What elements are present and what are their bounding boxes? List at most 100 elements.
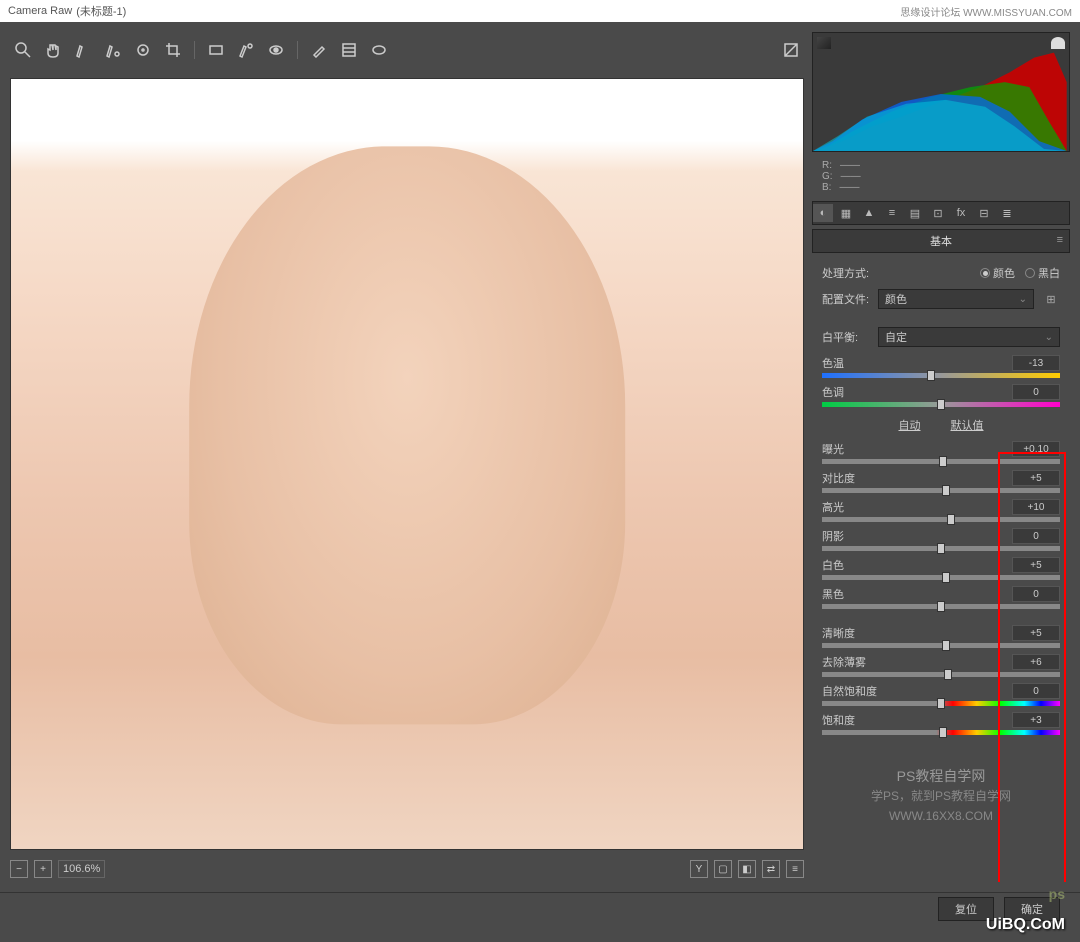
wb-row: 白平衡: 自定 (822, 327, 1060, 347)
saturation-slider-row: 饱和度 +3 (822, 712, 1060, 735)
spot-removal-icon[interactable] (237, 41, 255, 59)
profile-row: 配置文件: 颜色 ⊞ (822, 289, 1060, 309)
b-label: B: (822, 182, 831, 193)
transform-tool-icon[interactable] (207, 41, 225, 59)
tint-slider[interactable] (822, 402, 1060, 407)
histogram-graph (813, 33, 1067, 151)
zoom-out-button[interactable]: − (10, 860, 28, 878)
radial-filter-icon[interactable] (370, 41, 388, 59)
tab-presets[interactable]: ≣ (997, 204, 1017, 222)
toolbar (10, 32, 804, 68)
auto-link[interactable]: 自动 (899, 417, 921, 433)
tab-calibration[interactable]: ⊟ (974, 204, 994, 222)
blacks-value[interactable]: 0 (1012, 586, 1060, 602)
highlights-value[interactable]: +10 (1012, 499, 1060, 515)
auto-default-row: 自动 默认值 (822, 417, 1060, 433)
treatment-row: 处理方式: 颜色 黑白 (822, 265, 1060, 281)
radio-bw[interactable]: 黑白 (1025, 265, 1060, 281)
bottom-controls: − + 106.6% Y ▢ ◧ ⇄ ≡ (10, 856, 804, 882)
color-sampler-icon[interactable] (104, 41, 122, 59)
profile-browse-icon[interactable]: ⊞ (1042, 290, 1060, 308)
whites-label: 白色 (822, 557, 844, 573)
corner-watermark: ps (1049, 886, 1065, 902)
tab-hsl[interactable]: ≡ (882, 204, 902, 222)
preview-toggle-icon[interactable] (782, 41, 800, 59)
tint-label: 色调 (822, 384, 844, 400)
tint-slider-row: 色调 0 (822, 384, 1060, 407)
contrast-slider[interactable] (822, 488, 1060, 493)
crop-tool-icon[interactable] (164, 41, 182, 59)
saturation-value[interactable]: +3 (1012, 712, 1060, 728)
toolbar-divider (194, 41, 195, 59)
image-content (11, 79, 803, 849)
wm-line2: 学PS，就到PS教程自学网 (822, 787, 1060, 806)
exposure-value[interactable]: +0.10 (1012, 441, 1060, 457)
vibrance-label: 自然饱和度 (822, 683, 877, 699)
panel-menu-icon[interactable]: ≡ (1057, 234, 1063, 246)
treatment-radios: 颜色 黑白 (980, 265, 1060, 281)
redeye-tool-icon[interactable] (267, 41, 285, 59)
tab-curve[interactable]: ▦ (836, 204, 856, 222)
tab-fx[interactable]: fx (951, 204, 971, 222)
wm-line3: WWW.16XX8.COM (822, 807, 1060, 826)
whites-value[interactable]: +5 (1012, 557, 1060, 573)
b-value: —— (839, 182, 859, 193)
preview-split-button[interactable]: ◧ (738, 860, 756, 878)
tab-basic[interactable]: ◐ (813, 204, 833, 222)
white-balance-tool-icon[interactable] (74, 41, 92, 59)
tint-value[interactable]: 0 (1012, 384, 1060, 400)
radio-color[interactable]: 颜色 (980, 265, 1015, 281)
vibrance-slider[interactable] (822, 701, 1060, 706)
temp-slider[interactable] (822, 373, 1060, 378)
contrast-slider-row: 对比度 +5 (822, 470, 1060, 493)
panel-title: 基本 (930, 236, 952, 248)
exposure-slider[interactable] (822, 459, 1060, 464)
highlights-slider[interactable] (822, 517, 1060, 522)
vibrance-value[interactable]: 0 (1012, 683, 1060, 699)
shadows-slider-row: 阴影0 (822, 528, 1060, 551)
image-preview[interactable] (10, 78, 804, 850)
title-bar: Camera Raw (未标题-1) 思缘设计论坛 WWW.MISSYUAN.C… (0, 0, 1080, 22)
dehaze-slider-row: 去除薄雾 +6 (822, 654, 1060, 677)
contrast-label: 对比度 (822, 470, 855, 486)
dehaze-label: 去除薄雾 (822, 654, 866, 670)
whites-slider[interactable] (822, 575, 1060, 580)
saturation-slider[interactable] (822, 730, 1060, 735)
profile-dropdown[interactable]: 颜色 (878, 289, 1034, 309)
temp-value[interactable]: -13 (1012, 355, 1060, 371)
default-link[interactable]: 默认值 (951, 417, 984, 433)
shadows-slider[interactable] (822, 546, 1060, 551)
preview-compare-button[interactable]: ▢ (714, 860, 732, 878)
saturation-label: 饱和度 (822, 712, 855, 728)
highlights-label: 高光 (822, 499, 844, 515)
zoom-tool-icon[interactable] (14, 41, 32, 59)
wm-title: PS教程自学网 (822, 765, 1060, 787)
whites-slider-row: 白色 +5 (822, 557, 1060, 580)
preview-y-button[interactable]: Y (690, 860, 708, 878)
adjustment-brush-icon[interactable] (310, 41, 328, 59)
target-adjust-icon[interactable] (134, 41, 152, 59)
dehaze-value[interactable]: +6 (1012, 654, 1060, 670)
wb-dropdown[interactable]: 自定 (878, 327, 1060, 347)
zoom-in-button[interactable]: + (34, 860, 52, 878)
blacks-slider[interactable] (822, 604, 1060, 609)
shadows-value[interactable]: 0 (1012, 528, 1060, 544)
doc-title: (未标题-1) (76, 3, 126, 19)
clarity-value[interactable]: +5 (1012, 625, 1060, 641)
preview-menu-button[interactable]: ≡ (786, 860, 804, 878)
zoom-level[interactable]: 106.6% (58, 860, 105, 878)
blacks-label: 黑色 (822, 586, 844, 602)
tab-detail[interactable]: ▲ (859, 204, 879, 222)
histogram[interactable] (812, 32, 1070, 152)
dehaze-slider[interactable] (822, 672, 1060, 677)
preview-swap-button[interactable]: ⇄ (762, 860, 780, 878)
toolbar-divider (297, 41, 298, 59)
tab-split[interactable]: ▤ (905, 204, 925, 222)
clarity-slider[interactable] (822, 643, 1060, 648)
exposure-slider-row: 曝光+0.10 (822, 441, 1060, 464)
contrast-value[interactable]: +5 (1012, 470, 1060, 486)
tab-lens[interactable]: ⊡ (928, 204, 948, 222)
graduated-filter-icon[interactable] (340, 41, 358, 59)
hand-tool-icon[interactable] (44, 41, 62, 59)
uibo-watermark: UiBQ.CoM (986, 916, 1065, 934)
